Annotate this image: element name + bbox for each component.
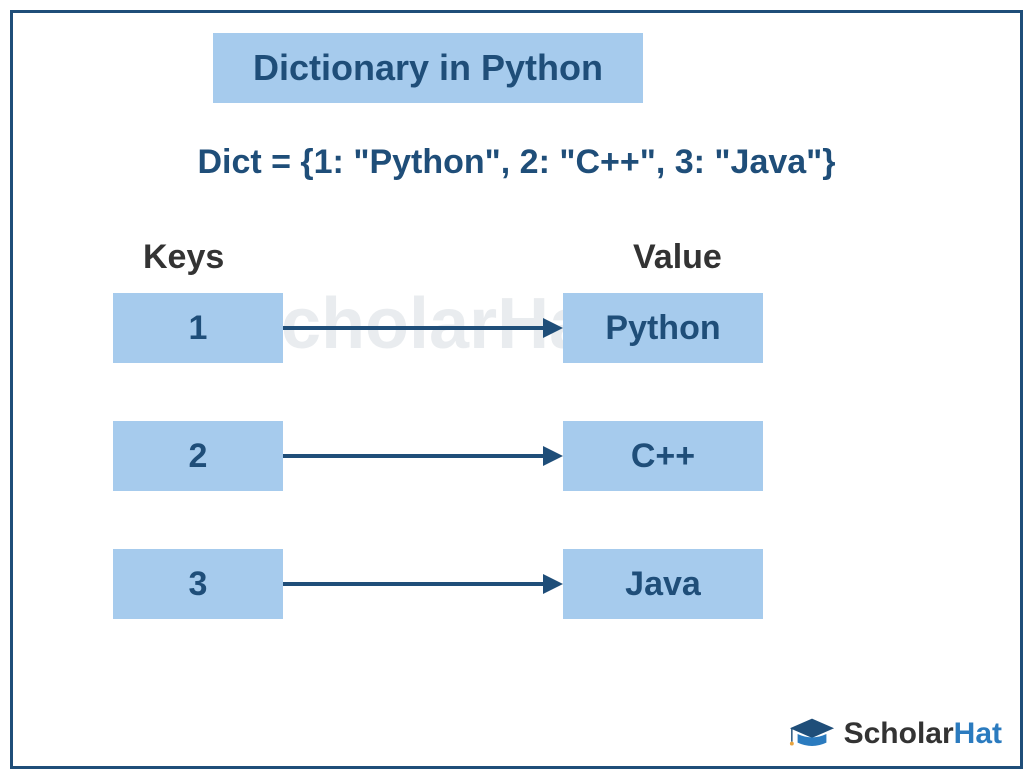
column-header-keys: Keys xyxy=(143,238,224,277)
key-label: 2 xyxy=(189,437,208,476)
logo-text: ScholarHat xyxy=(844,717,1002,751)
value-label: C++ xyxy=(631,437,695,476)
arrow-icon xyxy=(283,441,563,471)
key-label: 1 xyxy=(189,309,208,348)
column-header-value: Value xyxy=(633,238,722,277)
key-box: 1 xyxy=(113,293,283,363)
logo-footer: ScholarHat xyxy=(788,714,1002,754)
key-box: 2 xyxy=(113,421,283,491)
diagram-frame: Dictionary in Python Dict = {1: "Python"… xyxy=(10,10,1023,769)
code-line: Dict = {1: "Python", 2: "C++", 3: "Java"… xyxy=(13,143,1020,182)
value-box: Java xyxy=(563,549,763,619)
arrow-icon xyxy=(283,313,563,343)
value-box: Python xyxy=(563,293,763,363)
value-box: C++ xyxy=(563,421,763,491)
value-label: Java xyxy=(625,565,701,604)
watermark-text: ScholarHat xyxy=(233,283,613,365)
value-label: Python xyxy=(605,309,720,348)
arrow-icon xyxy=(283,569,563,599)
key-box: 3 xyxy=(113,549,283,619)
title-box: Dictionary in Python xyxy=(213,33,643,103)
key-label: 3 xyxy=(189,565,208,604)
graduation-cap-icon xyxy=(788,714,836,754)
title-text: Dictionary in Python xyxy=(253,47,603,89)
logo-suffix: Hat xyxy=(954,717,1002,750)
logo-prefix: Scholar xyxy=(844,717,954,750)
